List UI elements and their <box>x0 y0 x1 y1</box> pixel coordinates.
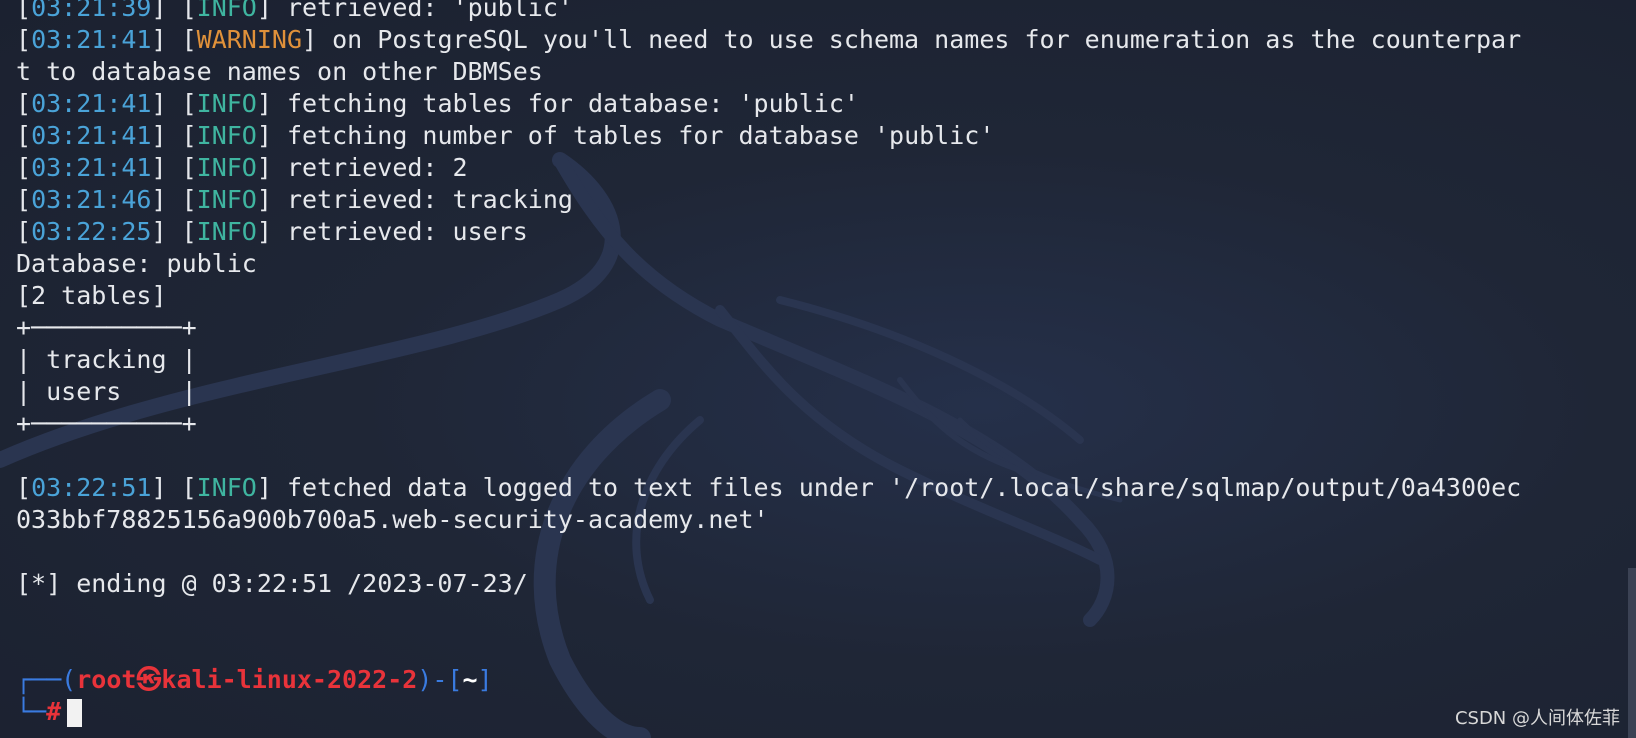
timestamp: 03:21:41 <box>31 25 152 54</box>
output-line: t to database names on other DBMSes <box>16 57 543 86</box>
text-cursor[interactable] <box>67 699 83 727</box>
prompt-symbol: # <box>46 697 62 726</box>
timestamp: 03:21:46 <box>31 185 152 214</box>
log-message: retrieved: 'public' <box>286 0 573 22</box>
level-tag: INFO <box>196 89 257 118</box>
log-line: [03:22:51] [INFO] fetched data logged to… <box>16 473 1522 502</box>
timestamp: 03:21:41 <box>31 121 152 150</box>
timestamp: 03:22:25 <box>31 217 152 246</box>
log-message: fetched data logged to text files under … <box>286 473 1522 502</box>
level-tag: INFO <box>196 185 257 214</box>
level-tag: INFO <box>196 217 257 246</box>
log-line: [03:21:39] [INFO] retrieved: 'public' <box>16 0 1616 24</box>
timestamp: 03:21:41 <box>31 89 152 118</box>
prompt-separator: )-[ <box>417 665 463 694</box>
terminal-window[interactable]: [03:21:39] [INFO] retrieved: 'public' [0… <box>0 0 1636 738</box>
log-message: retrieved: 2 <box>286 153 468 182</box>
log-line: [03:21:41] [INFO] retrieved: 2 <box>16 153 468 182</box>
log-message: on PostgreSQL you'll need to use schema … <box>332 25 1522 54</box>
level-tag: INFO <box>196 121 257 150</box>
log-line: [03:21:41] [WARNING] on PostgreSQL you'l… <box>16 25 1522 54</box>
log-line: [03:22:25] [INFO] retrieved: users <box>16 217 528 246</box>
log-line: [03:21:41] [INFO] fetching number of tab… <box>16 121 995 150</box>
timestamp: 03:21:39 <box>31 0 152 22</box>
level-tag: WARNING <box>196 25 302 54</box>
prompt-directory: ~ <box>462 665 478 694</box>
timestamp: 03:22:51 <box>31 473 152 502</box>
output-line: Database: public <box>16 249 257 278</box>
table-row: | users | <box>16 377 197 406</box>
prompt-box-top: ┌──( <box>16 665 77 694</box>
level-tag: INFO <box>196 0 257 22</box>
watermark: CSDN @人间体佐菲 <box>1454 708 1620 729</box>
log-message: retrieved: tracking <box>286 185 573 214</box>
level-tag: INFO <box>196 153 257 182</box>
prompt-box-bottom: └─ <box>16 697 47 726</box>
table-border: +──────────+ <box>16 313 197 342</box>
log-line: [03:21:41] [INFO] fetching tables for da… <box>16 89 859 118</box>
prompt-line: ┌──(root㉿kali-linux-2022-2)-[~] <box>16 664 1616 696</box>
output-line: [*] ending @ 03:22:51 /2023-07-23/ <box>16 569 528 598</box>
log-message: fetching tables for database: 'public' <box>286 89 859 118</box>
table-border: +──────────+ <box>16 409 197 438</box>
timestamp: 03:21:41 <box>31 153 152 182</box>
prompt-user-host: root㉿kali-linux-2022-2 <box>76 665 418 694</box>
input-line[interactable]: └─# <box>16 696 1616 728</box>
scrollbar[interactable] <box>1628 568 1636 738</box>
log-line: [03:21:46] [INFO] retrieved: tracking <box>16 185 573 214</box>
log-message: retrieved: users <box>286 217 528 246</box>
terminal-output: [03:21:39] [INFO] retrieved: 'public' [0… <box>16 0 1616 728</box>
prompt-close: ] <box>477 665 493 694</box>
table-row: | tracking | <box>16 345 197 374</box>
level-tag: INFO <box>196 473 257 502</box>
output-line: 033bbf78825156a900b700a5.web-security-ac… <box>16 505 769 534</box>
output-line: [2 tables] <box>16 281 167 310</box>
log-message: fetching number of tables for database '… <box>286 121 995 150</box>
